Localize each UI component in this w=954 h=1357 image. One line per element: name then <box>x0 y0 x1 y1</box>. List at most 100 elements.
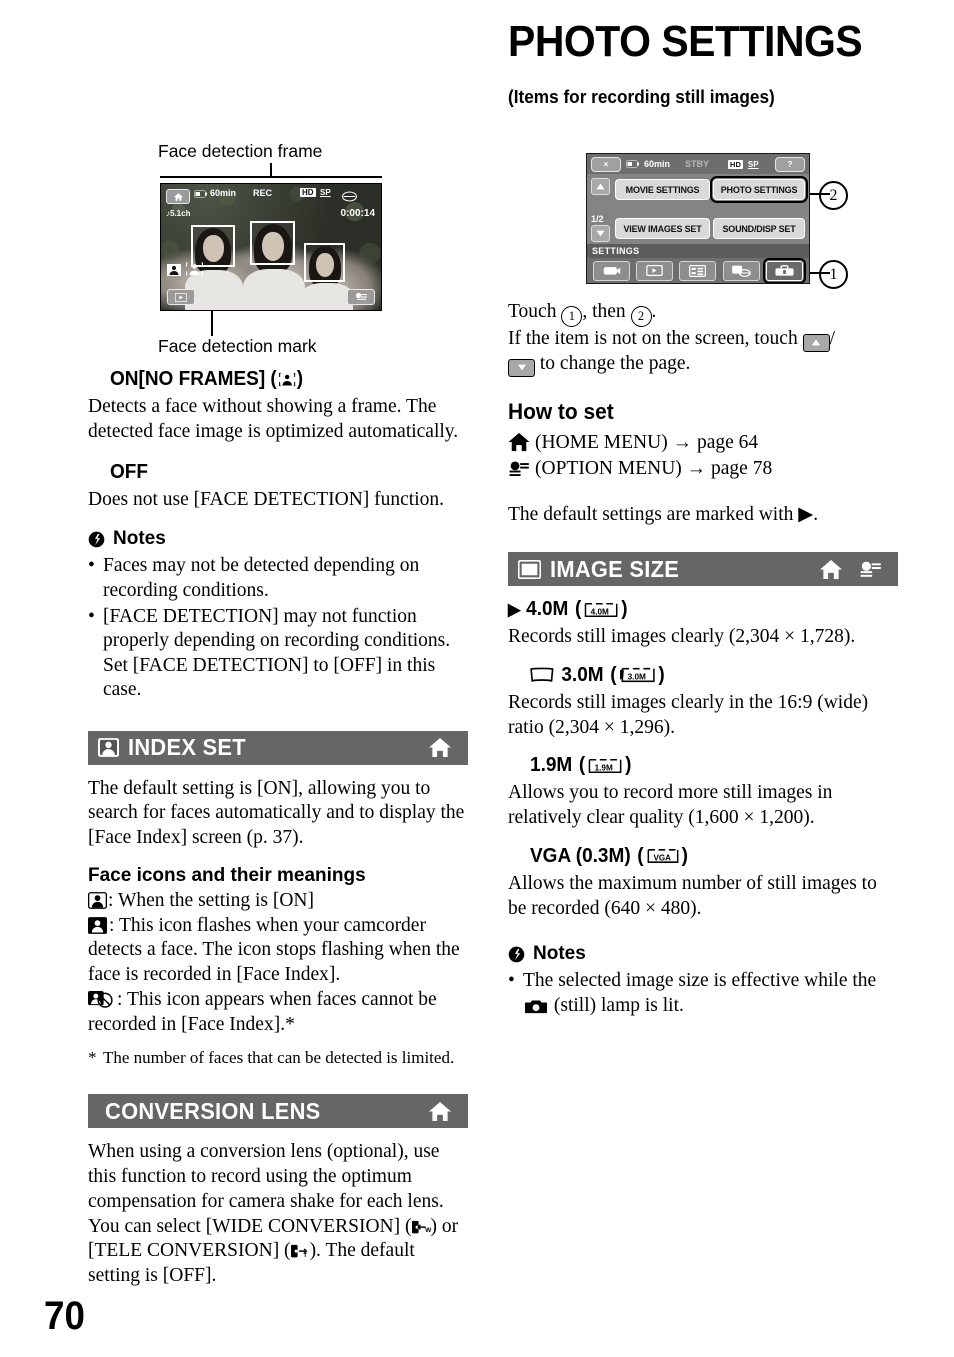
page-title: PHOTO SETTINGS <box>508 17 863 66</box>
heading-off: OFF <box>110 460 148 483</box>
right-column-body: Touch 1, then 2. If the item is not on t… <box>508 300 898 1020</box>
lcd-home-icon[interactable] <box>166 189 190 204</box>
callout-number-1: 1 <box>819 260 848 289</box>
face-index-icon <box>98 738 119 757</box>
home-icon <box>508 432 530 452</box>
camera-tab-icon[interactable] <box>593 260 631 281</box>
section-banner-image-size: IMAGE SIZE <box>508 552 898 587</box>
text-index-set-body: The default setting is [ON], allowing yo… <box>88 777 465 849</box>
svg-text:VGA: VGA <box>653 853 670 863</box>
notes-icon <box>508 946 525 963</box>
battery-icon <box>626 155 639 173</box>
inline-circled-1: 1 <box>561 306 583 328</box>
heading-how-to-set: How to set <box>508 398 614 424</box>
svg-text:3.0M: 3.0M <box>628 672 646 682</box>
lcd-option-button[interactable] <box>347 289 375 305</box>
lcd-screen: 60min REC HD SP ♪5.1ch 0:00:14 <box>160 183 382 311</box>
page-up-icon <box>802 333 830 352</box>
face-outline-icon <box>88 891 107 909</box>
lcd-timecode: 0:00:14 <box>340 208 375 219</box>
still-camera-icon <box>525 998 547 1014</box>
list-tab-icon[interactable] <box>679 260 717 281</box>
icon-meaning-row: : This icon appears when faces cannot be… <box>88 988 437 1035</box>
notes-label: Notes <box>533 943 586 965</box>
note-item: The selected image size is effective whi… <box>508 969 898 1018</box>
toolbox-tab-icon[interactable] <box>762 257 806 283</box>
menu-item-photo-settings[interactable]: PHOTO SETTINGS <box>710 176 808 203</box>
notes-header-right: Notes <box>508 943 898 965</box>
lcd-quality-sp: SP <box>320 188 331 197</box>
page-down-button[interactable] <box>591 225 610 242</box>
playback-tab-icon[interactable] <box>636 260 674 281</box>
leader-tick-top <box>270 163 272 177</box>
banner-title: CONVERSION LENS <box>105 1097 321 1124</box>
subheading-face-icons: Face icons and their meanings <box>88 864 366 886</box>
section-banner-conversion-lens: CONVERSION LENS <box>88 1094 468 1129</box>
lcd-rec-status: REC <box>253 188 273 198</box>
page-up-button[interactable] <box>591 178 610 195</box>
text-conversion-lens-body-1: When using a conversion lens (optional),… <box>88 1141 444 1212</box>
svg-text:4.0M: 4.0M <box>591 606 609 616</box>
tele-conversion-icon: T <box>290 1244 310 1259</box>
home-icon <box>428 737 452 758</box>
menu-status-bar: × 60min STBY HD SP ? <box>587 154 809 175</box>
leader-tick-bottom <box>211 311 213 336</box>
lcd-battery-time: 60min <box>210 188 237 198</box>
menu-standby-label: STBY <box>685 159 710 169</box>
left-column: ON[NO FRAMES] ( ) Detects a face without… <box>88 368 468 1289</box>
lcd-audio-mode: ♪5.1ch <box>166 209 191 218</box>
how-to-set-row-home: (HOME MENU) → page 64 <box>508 431 898 456</box>
menu-item-sound-disp-set[interactable]: SOUND/DISP SET <box>713 218 805 239</box>
option-body-vga: Allows the maximum number of still image… <box>508 872 877 919</box>
banner-title: IMAGE SIZE <box>550 555 680 582</box>
notes-icon <box>88 531 105 548</box>
lcd-battery-icon <box>194 190 207 200</box>
option-heading-1-9m: 1.9M ( 1.9M ) <box>530 754 632 777</box>
option-menu-icon <box>859 560 882 579</box>
face-detection-frame-2 <box>250 221 295 265</box>
face-detection-frame-1 <box>191 225 235 267</box>
manual-page: Face detection frame 60min REC HD SP ♪5.… <box>0 0 954 1357</box>
notes-header-left: Notes <box>88 528 468 550</box>
menu-battery-time: 60min <box>644 159 671 169</box>
face-detection-frame-3 <box>304 243 345 282</box>
help-icon[interactable]: ? <box>775 156 805 172</box>
home-icon <box>819 559 843 580</box>
section-banner-index-set: INDEX SET <box>88 730 468 765</box>
wide-ratio-icon <box>530 667 554 683</box>
option-body-4-0m: Records still images clearly (2,304 × 1,… <box>508 626 856 648</box>
image-size-badge-icon: 1.9M <box>588 758 622 774</box>
heading-on-no-frames: ON[NO FRAMES] ( ) <box>110 368 304 390</box>
page-down-icon <box>508 358 535 377</box>
notes-list-right: The selected image size is effective whi… <box>508 969 898 1018</box>
page-number: 70 <box>44 1294 85 1338</box>
image-size-badge-icon: 4.0M <box>584 602 618 618</box>
icon-meaning-row: : This icon flashes when your camcorder … <box>88 914 460 985</box>
menu-quality-sp: SP <box>747 159 759 169</box>
note-item: [FACE DETECTION] may not function proper… <box>88 605 468 703</box>
image-size-icon <box>518 559 541 579</box>
menu-quality-hd: HD <box>728 159 743 169</box>
menu-category-label: SETTINGS <box>587 244 809 258</box>
text-touch-instruction-1: Touch 1, then 2. <box>508 300 898 328</box>
note-item: Faces may not be detected depending on r… <box>88 554 468 603</box>
option-body-3-0m: Records still images clearly in the 16:9… <box>508 691 869 738</box>
text-off-body: Does not use [FACE DETECTION] function. <box>88 488 444 510</box>
caption-face-detection-mark: Face detection mark <box>158 336 317 356</box>
svg-text:1.9M: 1.9M <box>595 762 613 772</box>
menu-item-area: 1/2 MOVIE SETTINGS PHOTO SETTINGS VIEW I… <box>587 174 809 244</box>
right-column-header: PHOTO SETTINGS (Items for recording stil… <box>508 20 898 108</box>
menu-item-view-images-set[interactable]: VIEW IMAGES SET <box>615 218 710 239</box>
option-body-1-9m: Allows you to record more still images i… <box>508 782 833 829</box>
menu-item-movie-settings[interactable]: MOVIE SETTINGS <box>615 179 710 200</box>
lcd-face-detection-mark-icon <box>185 262 204 281</box>
banner-title: INDEX SET <box>128 734 246 760</box>
text-on-no-frames-body: Detects a face without showing a frame. … <box>88 396 459 442</box>
lcd-media-icon <box>342 189 357 207</box>
menu-screen-figure: × 60min STBY HD SP ? 1/2 MOVIE SETTINGS … <box>586 153 810 284</box>
media-tab-icon[interactable] <box>722 260 760 281</box>
option-heading-3-0m: 3.0M ( 3.0M ) <box>530 664 880 687</box>
close-icon[interactable]: × <box>591 156 621 172</box>
menu-screen: × 60min STBY HD SP ? 1/2 MOVIE SETTINGS … <box>586 153 810 284</box>
lcd-play-button[interactable] <box>167 289 195 305</box>
